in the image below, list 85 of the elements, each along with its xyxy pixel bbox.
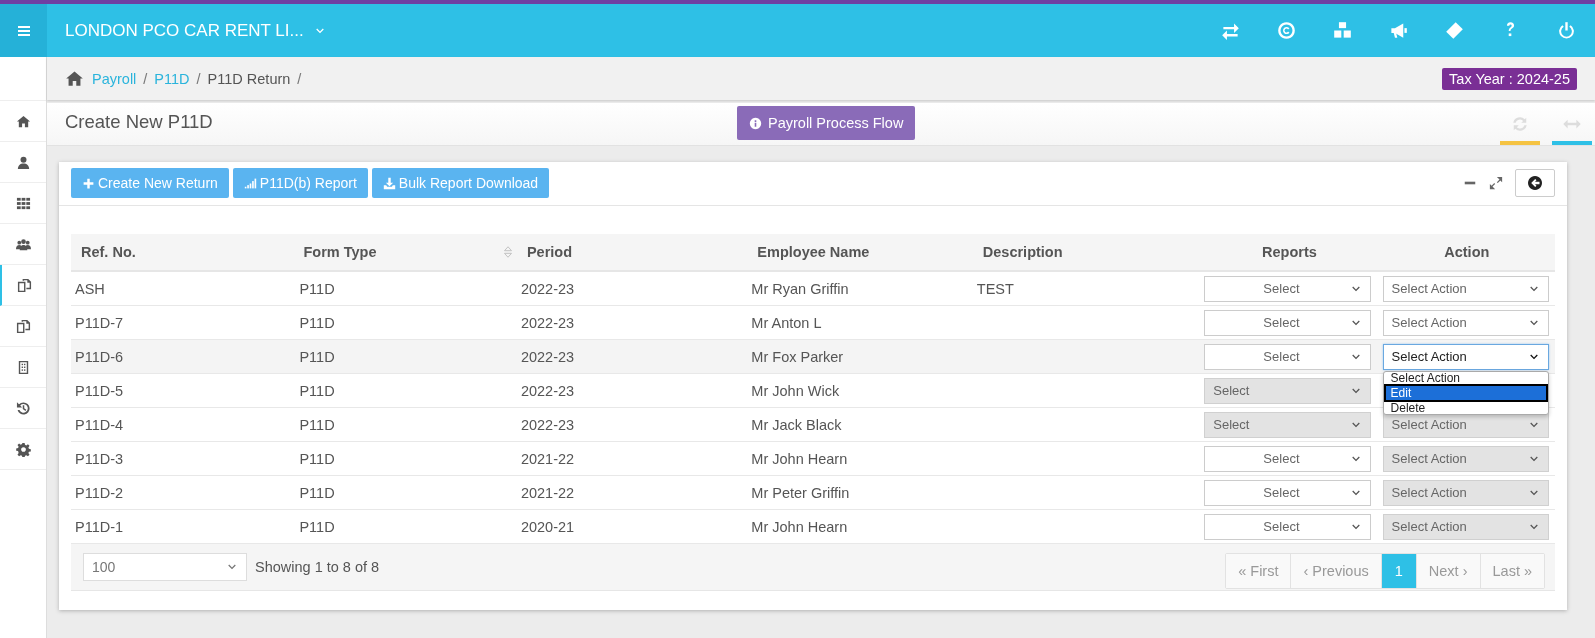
table-cell: Mr Fox Parker (751, 348, 844, 365)
column-header: Description (982, 244, 1063, 260)
page-title: Create New P11D (65, 110, 214, 133)
home-icon (65, 69, 84, 88)
table-cell: P11D-4 (75, 416, 124, 433)
table-cell: P11D-2 (75, 484, 124, 501)
copy-icon (15, 318, 31, 334)
table-cell: 2021-22 (520, 450, 575, 467)
settings-icon (15, 441, 31, 457)
report-select[interactable]: Select (1204, 309, 1371, 336)
dropdown-option[interactable]: Delete (1383, 401, 1548, 414)
megaphone-icon (1388, 21, 1408, 40)
dropdown-option[interactable]: Select Action (1383, 371, 1548, 384)
breadcrumb-separator: / (143, 70, 148, 87)
dropdown-option[interactable]: Edit (1383, 383, 1548, 402)
power-icon (1556, 21, 1576, 40)
table-cell: P11D-5 (75, 382, 124, 399)
table-info: Showing 1 to 8 of 8 (255, 559, 380, 575)
breadcrumb-separator: / (297, 70, 302, 87)
report-select[interactable]: Select (1204, 513, 1371, 540)
table-cell: P11D (299, 314, 335, 331)
page-length-select[interactable]: 100 (83, 553, 247, 581)
copyright-icon (1276, 21, 1296, 40)
table-cell: 2022-23 (520, 280, 575, 297)
sidebar-item[interactable] (0, 265, 46, 306)
column-header: Action (1444, 244, 1490, 260)
table-cell: P11D (299, 484, 335, 501)
table-cell: P11D-6 (75, 348, 124, 365)
column-header: Reports (1262, 244, 1317, 260)
table-cell: P11D-1 (75, 518, 124, 535)
breadcrumb-separator: / (196, 70, 201, 87)
column-header: Ref. No. (81, 244, 136, 260)
table-cell: P11D (299, 382, 335, 399)
plus-icon (82, 176, 95, 190)
table-cell: ASH (75, 280, 105, 297)
process-flow-button[interactable]: Payroll Process Flow (737, 106, 916, 140)
table-cell: 2022-23 (520, 314, 575, 331)
table-cell: Mr John Hearn (751, 450, 848, 467)
cubes-icon (1332, 21, 1352, 40)
table-cell: 2022-23 (520, 382, 575, 399)
copy-icon (16, 277, 32, 293)
exchange-icon (1220, 21, 1240, 40)
user-icon (15, 154, 31, 170)
table-cell: P11D (299, 348, 335, 365)
table-cell: Mr Jack Black (751, 416, 842, 433)
grid-icon (15, 195, 31, 211)
home-icon (15, 113, 31, 129)
history-icon (15, 400, 31, 416)
table-cell: 2021-22 (520, 484, 575, 501)
report-select[interactable]: Select (1204, 343, 1371, 370)
refresh-icon (1510, 114, 1530, 134)
back-arrow-icon (1527, 175, 1543, 191)
column-header: Period (526, 244, 572, 260)
action-select[interactable]: Select Action (1382, 343, 1549, 370)
report-select[interactable]: Select (1204, 479, 1371, 506)
table-cell: TEST (976, 280, 1014, 297)
table-cell: 2022-23 (520, 348, 575, 365)
bar-chart-icon (243, 176, 257, 190)
table-cell: P11D (299, 450, 335, 467)
table-cell: Mr Peter Griffin (751, 484, 850, 501)
table-cell: Mr John Wick (751, 382, 840, 399)
report-select[interactable]: Select (1204, 275, 1371, 302)
table-cell: P11D (299, 416, 335, 433)
table-cell: P11D (299, 280, 335, 297)
table-cell: P11D-7 (75, 314, 124, 331)
table-cell: Mr John Hearn (751, 518, 848, 535)
report-select[interactable]: Select (1204, 445, 1371, 472)
action-select[interactable]: Select Action (1382, 275, 1549, 302)
back-button[interactable] (1515, 169, 1555, 197)
expand-icon (1489, 176, 1503, 190)
table-cell: 2020-21 (520, 518, 575, 535)
column-header: Employee Name (757, 244, 870, 260)
action-select[interactable]: Select Action (1382, 309, 1549, 336)
table-cell: Mr Anton L (751, 314, 822, 331)
table-cell: P11D-3 (75, 450, 124, 467)
table-cell: P11D (299, 518, 335, 535)
table-cell: Mr Ryan Griffin (751, 280, 849, 297)
column-header: Form Type (303, 244, 377, 260)
download-icon (382, 176, 396, 190)
table-cell: 2022-23 (520, 416, 575, 433)
breadcrumb-current: P11D Return (207, 70, 291, 87)
users-icon (15, 236, 31, 252)
fullscreen-button[interactable] (1489, 176, 1503, 190)
info-icon (749, 116, 762, 130)
tax-year-badge: Tax Year : 2024-25 (1442, 67, 1577, 90)
